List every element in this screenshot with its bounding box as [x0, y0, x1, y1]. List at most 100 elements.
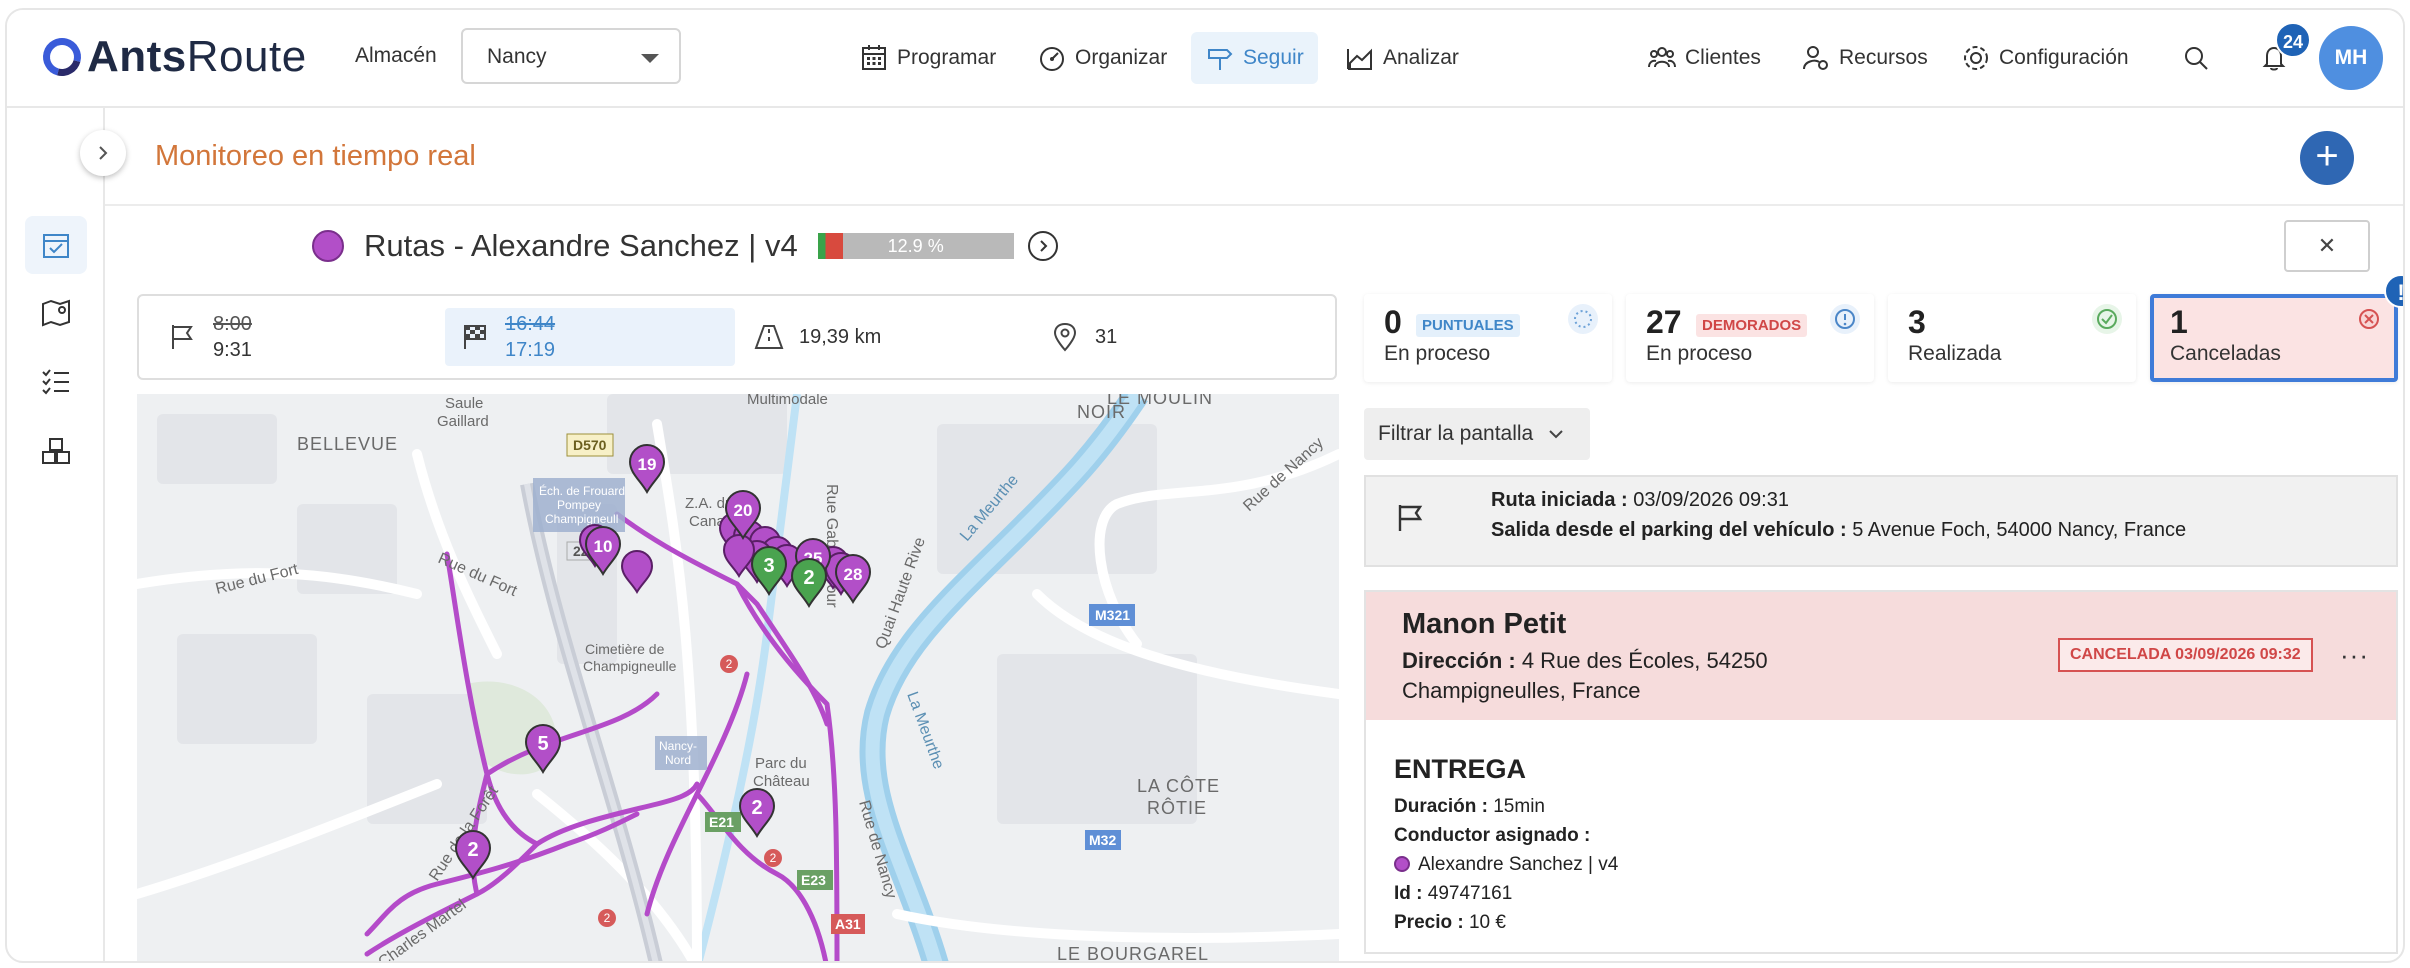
map-place-label: Nancy- [659, 739, 697, 753]
warehouse-select[interactable]: Nancy [461, 28, 681, 84]
chevron-down-icon [1549, 430, 1563, 439]
map-place-label: Parc du [755, 755, 807, 772]
stat-label: Realizada [1908, 342, 2002, 365]
route-next-button[interactable] [1027, 231, 1058, 261]
map-place-label: BELLEVUE [297, 434, 398, 454]
sidebar-item-map[interactable] [25, 284, 87, 342]
driver-color-dot [1394, 856, 1410, 872]
route-stops: 31 [1035, 308, 1315, 366]
route-info-strip: 8:00 9:31 16:44 17:19 19,39 km 31 [137, 294, 1337, 380]
departure-line: Salida desde el parking del vehículo : 5… [1491, 519, 2186, 542]
map-pin-label: 2 [751, 797, 762, 819]
close-panel-button[interactable]: ✕ [2284, 220, 2370, 272]
route-started-line: Ruta iniciada : 03/09/2026 09:31 [1491, 489, 1789, 512]
chevron-right-icon [99, 146, 108, 160]
end-planned-time: 16:44 [505, 313, 556, 335]
warehouse-label: Almacén [355, 44, 437, 67]
stat-card-delayed[interactable]: 27 DEMORADOS En proceso [1626, 294, 1874, 382]
nav-programar[interactable]: Programar [845, 32, 1010, 84]
nav-recursos-label: Recursos [1839, 46, 1928, 69]
driver-row: Conductor asignado : [1394, 825, 1590, 847]
sidebar-toggle-button[interactable] [80, 130, 126, 176]
driver-value-row: Alexandre Sanchez | v4 [1394, 854, 1618, 876]
nav-seguir-label: Seguir [1243, 46, 1304, 69]
logo-mark-icon [36, 31, 88, 83]
id-value: 49747161 [1427, 883, 1513, 904]
nav-programar-label: Programar [897, 46, 997, 69]
customer-name: Manon Petit [1402, 608, 1567, 640]
calendar-check-icon [43, 234, 69, 258]
road-badge-label: E21 [709, 814, 734, 830]
route-map[interactable]: D570 2 2 M321 E21 E23 M32 A31 BELLEVUE Sa… [137, 394, 1339, 963]
pin-count-label: 2 [770, 851, 777, 865]
page-title: Monitoreo en tiempo real [155, 140, 476, 172]
stat-label: Canceladas [2170, 342, 2281, 365]
gear-icon [1964, 46, 1988, 70]
nav-organizar[interactable]: Organizar [1023, 32, 1181, 84]
gauge-icon [1040, 47, 1064, 71]
flag-icon [172, 325, 193, 349]
map-place-label: Éch. de Frouard [539, 483, 625, 498]
flag-icon [1398, 505, 1423, 531]
map-place-label: RÔTIE [1147, 797, 1207, 818]
map-pin-label: 5 [537, 733, 548, 755]
filter-screen-dropdown[interactable]: Filtrar la pantalla [1364, 408, 1590, 460]
notification-count-badge: 24 [2275, 22, 2311, 58]
duration-value: 15min [1493, 796, 1545, 817]
duration-row: Duración : 15min [1394, 796, 1545, 818]
order-type: ENTREGA [1394, 754, 1527, 784]
map-place-label: Pompey [557, 498, 601, 512]
map-place-label: Château [753, 773, 810, 790]
order-card[interactable]: Manon Petit Dirección : 4 Rue des Écoles… [1364, 590, 2398, 954]
map-place-label: Gaillard [437, 413, 489, 430]
stat-card-done[interactable]: 3 Realizada [1888, 294, 2136, 382]
map-pin-label: 19 [638, 455, 657, 474]
check-circle-icon [2092, 304, 2122, 334]
address-label: Dirección : [1402, 648, 1516, 673]
route-progress-bar: 12.9 % [817, 233, 1014, 259]
close-icon: ✕ [2317, 233, 2337, 258]
sidebar-item-calendar[interactable] [25, 216, 87, 274]
sidebar-item-checklist[interactable] [25, 352, 87, 410]
filter-label: Filtrar la pantalla [1378, 422, 1534, 445]
map-place-label: Saule [445, 395, 483, 412]
add-button[interactable]: + [2300, 131, 2354, 185]
spinner-icon [1568, 304, 1598, 334]
duration-label: Duración : [1394, 796, 1488, 817]
address-line2: Champigneulles, France [1402, 678, 1641, 703]
map-place-label: Multimodale [747, 394, 828, 408]
driver-name: Alexandre Sanchez | v4 [1418, 854, 1619, 875]
stat-card-on-time[interactable]: 0 PUNTUALES En proceso [1364, 294, 1612, 382]
nav-configuracion[interactable]: Configuración [1947, 32, 2143, 84]
map-pin-label: 28 [844, 565, 863, 584]
route-started-label: Ruta iniciada : [1491, 489, 1628, 511]
map-place-label: Nord [665, 753, 691, 767]
order-card-header: Manon Petit Dirección : 4 Rue des Écoles… [1366, 592, 2396, 720]
stat-number: 1 [2170, 304, 2188, 340]
map-place-label: Champigneull [545, 512, 618, 526]
nav-analizar-label: Analizar [1383, 46, 1459, 69]
divider [105, 204, 2403, 206]
nav-configuracion-label: Configuración [1999, 46, 2129, 69]
nav-analizar[interactable]: Analizar [1331, 32, 1473, 84]
chevron-right-icon [1039, 240, 1048, 252]
search-icon [2185, 47, 2208, 70]
nav-clientes[interactable]: Clientes [1633, 32, 1775, 84]
stat-card-cancelled[interactable]: 1 Canceladas [2150, 294, 2398, 382]
stat-number: 27 [1646, 304, 1682, 340]
stat-number: 3 [1908, 304, 1926, 340]
map-place-label: LA CÔTE [1137, 775, 1220, 796]
road-badge-label: M321 [1095, 607, 1130, 623]
map-place-label: LE BOURGAREL [1057, 944, 1209, 963]
nav-recursos[interactable]: Recursos [1787, 32, 1942, 84]
search-button[interactable] [2167, 32, 2225, 84]
stat-number: 0 [1384, 304, 1402, 340]
sidebar-item-boxes[interactable] [25, 422, 87, 480]
more-options-icon[interactable]: ··· [2340, 640, 2369, 671]
nav-seguir[interactable]: Seguir [1191, 32, 1318, 84]
user-avatar[interactable]: MH [2319, 26, 2383, 90]
map-pin-label: 10 [594, 537, 613, 556]
start-planned-time: 8:00 [213, 313, 252, 335]
antsroute-logo[interactable]: AntsRoute [36, 31, 307, 83]
route-header: Rutas - Alexandre Sanchez | v4 12.9 % [312, 228, 1058, 264]
